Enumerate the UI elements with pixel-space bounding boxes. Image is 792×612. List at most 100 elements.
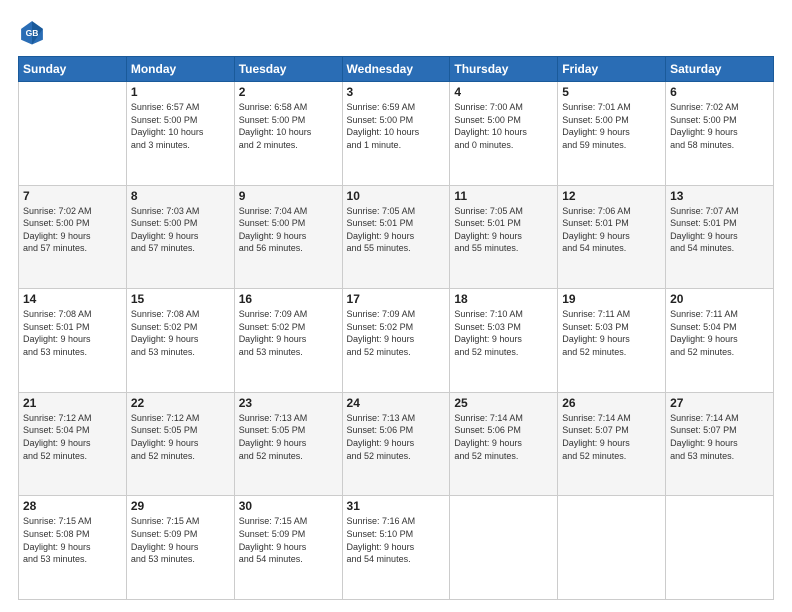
day-info: Sunrise: 7:14 AM Sunset: 5:07 PM Dayligh… (562, 412, 661, 462)
page: GB SundayMondayTuesdayWednesdayThursdayF… (0, 0, 792, 612)
day-info: Sunrise: 6:58 AM Sunset: 5:00 PM Dayligh… (239, 101, 338, 151)
day-number: 22 (131, 396, 230, 410)
calendar-cell: 22Sunrise: 7:12 AM Sunset: 5:05 PM Dayli… (126, 392, 234, 496)
calendar-cell: 5 Sunrise: 7:01 AM Sunset: 5:00 PM Daylig… (558, 82, 666, 186)
day-info: Sunrise: 7:11 AM Sunset: 5:04 PM Dayligh… (670, 308, 769, 358)
header: GB (18, 18, 774, 46)
weekday-header-wednesday: Wednesday (342, 57, 450, 82)
calendar-cell: 12 Sunrise: 7:06 AM Sunset: 5:01 PM Dayli… (558, 185, 666, 289)
day-number: 31 (347, 499, 446, 513)
weekday-header-tuesday: Tuesday (234, 57, 342, 82)
calendar-cell: 6 Sunrise: 7:02 AM Sunset: 5:00 PM Daylig… (666, 82, 774, 186)
day-number: 10 (347, 189, 446, 203)
calendar-cell (19, 82, 127, 186)
day-info: Sunrise: 7:14 AM Sunset: 5:06 PM Dayligh… (454, 412, 553, 462)
day-info: Sunrise: 6:59 AM Sunset: 5:00 PM Dayligh… (347, 101, 446, 151)
day-number: 12 (562, 189, 661, 203)
calendar-cell: 3Sunrise: 6:59 AM Sunset: 5:00 PM Daylig… (342, 82, 450, 186)
weekday-header-thursday: Thursday (450, 57, 558, 82)
day-info: Sunrise: 7:15 AM Sunset: 5:08 PM Dayligh… (23, 515, 122, 565)
day-number: 15 (131, 292, 230, 306)
day-number: 2 (239, 85, 338, 99)
day-number: 14 (23, 292, 122, 306)
day-info: Sunrise: 7:09 AM Sunset: 5:02 PM Dayligh… (347, 308, 446, 358)
day-info: Sunrise: 7:06 AM Sunset: 5:01 PM Dayligh… (562, 205, 661, 255)
calendar-cell: 9Sunrise: 7:04 AM Sunset: 5:00 PM Daylig… (234, 185, 342, 289)
calendar-cell: 18 Sunrise: 7:10 AM Sunset: 5:03 PM Dayli… (450, 289, 558, 393)
day-number: 24 (347, 396, 446, 410)
day-number: 30 (239, 499, 338, 513)
calendar-table: SundayMondayTuesdayWednesdayThursdayFrid… (18, 56, 774, 600)
calendar-cell: 26 Sunrise: 7:14 AM Sunset: 5:07 PM Dayli… (558, 392, 666, 496)
day-number: 25 (454, 396, 553, 410)
day-info: Sunrise: 7:11 AM Sunset: 5:03 PM Dayligh… (562, 308, 661, 358)
day-info: Sunrise: 7:12 AM Sunset: 5:04 PM Dayligh… (23, 412, 122, 462)
day-number: 11 (454, 189, 553, 203)
calendar-week-row: 14Sunrise: 7:08 AM Sunset: 5:01 PM Dayli… (19, 289, 774, 393)
day-number: 18 (454, 292, 553, 306)
calendar-cell (558, 496, 666, 600)
day-number: 21 (23, 396, 122, 410)
logo: GB (18, 18, 50, 46)
day-number: 1 (131, 85, 230, 99)
svg-text:GB: GB (26, 28, 39, 38)
calendar-cell: 1 Sunrise: 6:57 AM Sunset: 5:00 PM Daylig… (126, 82, 234, 186)
day-number: 16 (239, 292, 338, 306)
calendar-cell: 29 Sunrise: 7:15 AM Sunset: 5:09 PM Dayli… (126, 496, 234, 600)
day-number: 27 (670, 396, 769, 410)
calendar-cell: 23 Sunrise: 7:13 AM Sunset: 5:05 PM Dayli… (234, 392, 342, 496)
day-number: 6 (670, 85, 769, 99)
day-info: Sunrise: 7:01 AM Sunset: 5:00 PM Dayligh… (562, 101, 661, 151)
day-number: 13 (670, 189, 769, 203)
logo-icon: GB (18, 18, 46, 46)
calendar-cell: 15 Sunrise: 7:08 AM Sunset: 5:02 PM Dayli… (126, 289, 234, 393)
calendar-cell: 31 Sunrise: 7:16 AM Sunset: 5:10 PM Dayli… (342, 496, 450, 600)
calendar-cell: 8 Sunrise: 7:03 AM Sunset: 5:00 PM Daylig… (126, 185, 234, 289)
weekday-header-sunday: Sunday (19, 57, 127, 82)
calendar-cell: 21 Sunrise: 7:12 AM Sunset: 5:04 PM Dayli… (19, 392, 127, 496)
calendar-cell: 19 Sunrise: 7:11 AM Sunset: 5:03 PM Dayli… (558, 289, 666, 393)
day-info: Sunrise: 7:02 AM Sunset: 5:00 PM Dayligh… (23, 205, 122, 255)
day-info: Sunrise: 7:05 AM Sunset: 5:01 PM Dayligh… (347, 205, 446, 255)
day-number: 29 (131, 499, 230, 513)
day-number: 26 (562, 396, 661, 410)
day-number: 5 (562, 85, 661, 99)
calendar-cell: 2 Sunrise: 6:58 AM Sunset: 5:00 PM Daylig… (234, 82, 342, 186)
calendar-cell: 24 Sunrise: 7:13 AM Sunset: 5:06 PM Dayli… (342, 392, 450, 496)
day-info: Sunrise: 7:08 AM Sunset: 5:02 PM Dayligh… (131, 308, 230, 358)
day-info: Sunrise: 7:09 AM Sunset: 5:02 PM Dayligh… (239, 308, 338, 358)
day-number: 8 (131, 189, 230, 203)
day-info: Sunrise: 7:15 AM Sunset: 5:09 PM Dayligh… (239, 515, 338, 565)
calendar-week-row: 1 Sunrise: 6:57 AM Sunset: 5:00 PM Daylig… (19, 82, 774, 186)
calendar-cell: 30 Sunrise: 7:15 AM Sunset: 5:09 PM Dayli… (234, 496, 342, 600)
day-info: Sunrise: 7:02 AM Sunset: 5:00 PM Dayligh… (670, 101, 769, 151)
calendar-cell: 10 Sunrise: 7:05 AM Sunset: 5:01 PM Dayli… (342, 185, 450, 289)
day-info: Sunrise: 7:10 AM Sunset: 5:03 PM Dayligh… (454, 308, 553, 358)
day-number: 4 (454, 85, 553, 99)
calendar-cell: 16 Sunrise: 7:09 AM Sunset: 5:02 PM Dayli… (234, 289, 342, 393)
day-info: Sunrise: 7:13 AM Sunset: 5:06 PM Dayligh… (347, 412, 446, 462)
calendar-week-row: 7 Sunrise: 7:02 AM Sunset: 5:00 PM Daylig… (19, 185, 774, 289)
day-number: 9 (239, 189, 338, 203)
day-info: Sunrise: 7:16 AM Sunset: 5:10 PM Dayligh… (347, 515, 446, 565)
day-number: 19 (562, 292, 661, 306)
calendar-week-row: 28 Sunrise: 7:15 AM Sunset: 5:08 PM Dayli… (19, 496, 774, 600)
day-info: Sunrise: 7:03 AM Sunset: 5:00 PM Dayligh… (131, 205, 230, 255)
calendar-cell (666, 496, 774, 600)
day-info: Sunrise: 7:15 AM Sunset: 5:09 PM Dayligh… (131, 515, 230, 565)
day-info: Sunrise: 7:00 AM Sunset: 5:00 PM Dayligh… (454, 101, 553, 151)
day-number: 7 (23, 189, 122, 203)
weekday-header-row: SundayMondayTuesdayWednesdayThursdayFrid… (19, 57, 774, 82)
day-info: Sunrise: 7:13 AM Sunset: 5:05 PM Dayligh… (239, 412, 338, 462)
day-info: Sunrise: 7:07 AM Sunset: 5:01 PM Dayligh… (670, 205, 769, 255)
day-number: 28 (23, 499, 122, 513)
day-info: Sunrise: 7:14 AM Sunset: 5:07 PM Dayligh… (670, 412, 769, 462)
day-info: Sunrise: 6:57 AM Sunset: 5:00 PM Dayligh… (131, 101, 230, 151)
day-number: 23 (239, 396, 338, 410)
calendar-cell: 17 Sunrise: 7:09 AM Sunset: 5:02 PM Dayli… (342, 289, 450, 393)
calendar-cell: 28 Sunrise: 7:15 AM Sunset: 5:08 PM Dayli… (19, 496, 127, 600)
day-number: 17 (347, 292, 446, 306)
calendar-cell: 20Sunrise: 7:11 AM Sunset: 5:04 PM Dayli… (666, 289, 774, 393)
weekday-header-saturday: Saturday (666, 57, 774, 82)
calendar-cell: 25 Sunrise: 7:14 AM Sunset: 5:06 PM Dayli… (450, 392, 558, 496)
